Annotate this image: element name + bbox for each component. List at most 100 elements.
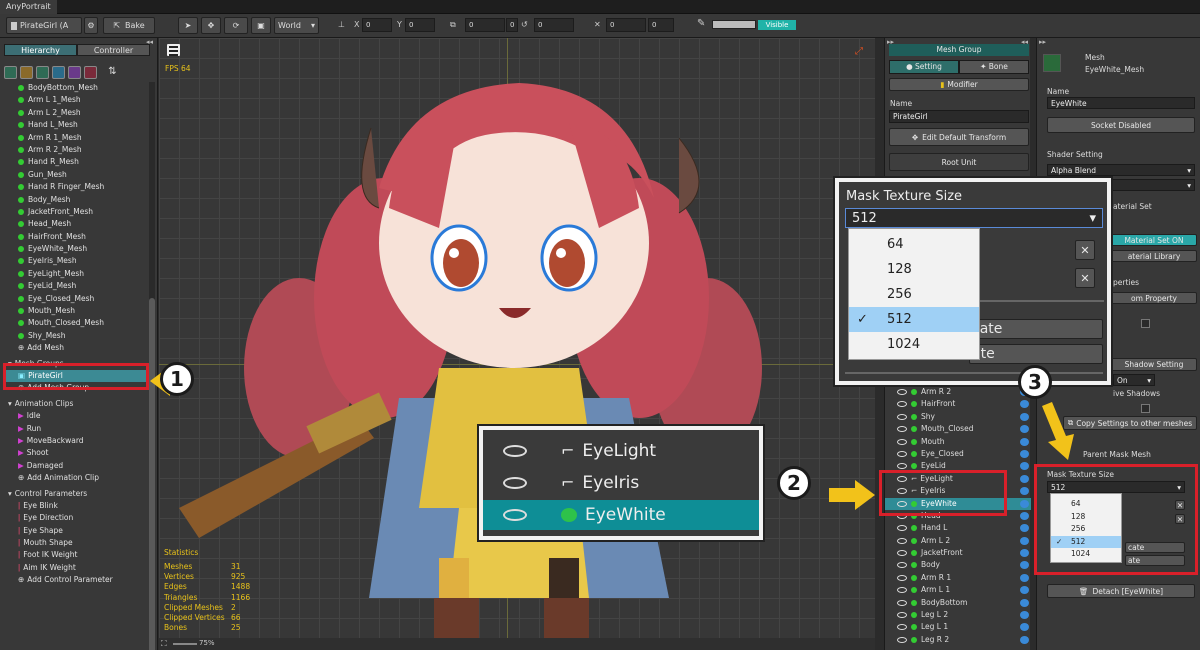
link-icon[interactable] (1020, 412, 1029, 421)
zoom-mask-option[interactable]: ✓ 512 (849, 307, 979, 332)
eye-icon[interactable] (897, 389, 907, 395)
move-tool-icon[interactable]: ✥ (201, 17, 221, 34)
color-swatch[interactable] (712, 20, 756, 29)
shadow-setting-button[interactable]: Shadow Setting (1111, 358, 1197, 371)
filter-texture-icon[interactable] (20, 66, 33, 79)
link-icon[interactable] (1020, 487, 1029, 496)
zoom-layer-row[interactable]: EyeWhite (483, 500, 759, 530)
filter-animation-icon[interactable] (68, 66, 81, 79)
mesh-item[interactable]: Mouth_Mesh (0, 305, 150, 317)
control-header[interactable]: ▾ Control Parameters (0, 488, 150, 500)
layer-row[interactable]: Body (885, 559, 1031, 571)
mesh-item[interactable]: EyeLight_Mesh (0, 268, 150, 280)
visible-toggle[interactable]: Visible (758, 20, 796, 30)
mesh-item[interactable]: EyeLid_Mesh (0, 280, 150, 292)
zoom-slider[interactable] (173, 643, 197, 645)
position-y-field[interactable]: 0 (405, 18, 435, 32)
add-control-button[interactable]: ⊕ Add Control Parameter (0, 574, 150, 586)
link-icon[interactable] (1020, 437, 1029, 446)
animation-item[interactable]: ▶ Shoot (0, 447, 150, 459)
eye-icon[interactable] (897, 525, 907, 532)
mesh-item[interactable]: Arm R 1_Mesh (0, 132, 150, 144)
tab-setting[interactable]: ● Setting (889, 60, 959, 74)
layer-row[interactable]: Eye_Closed (885, 448, 1031, 460)
sort-icon[interactable]: ⇅ (106, 66, 119, 79)
layer-row[interactable]: Leg L 2 (885, 609, 1031, 621)
link-icon[interactable] (1020, 549, 1029, 558)
zoom-layer-row[interactable]: ⌐ EyeLight (483, 436, 759, 466)
mesh-item[interactable]: Arm L 2_Mesh (0, 107, 150, 119)
eye-icon[interactable] (897, 574, 907, 581)
tab-bone[interactable]: ✦ Bone (959, 60, 1029, 74)
eye-icon[interactable] (897, 537, 907, 544)
control-item[interactable]: ǀ Eye Shape (0, 525, 150, 537)
mesh-item[interactable]: Shy_Mesh (0, 330, 150, 342)
zoom-layer-row[interactable]: ⌐ EyeIris (483, 468, 759, 498)
layer-row[interactable]: Hand L (885, 522, 1031, 534)
size-y-field[interactable]: 0 (648, 18, 674, 32)
layer-row[interactable]: BodyBottom (885, 597, 1031, 609)
zoom-remove-icon-2[interactable]: ✕ (1075, 268, 1095, 288)
name-field[interactable]: PirateGirl (889, 110, 1029, 123)
mesh-item[interactable]: Arm R 2_Mesh (0, 144, 150, 156)
link-icon[interactable] (1020, 536, 1029, 545)
checkbox-2[interactable] (1141, 404, 1150, 413)
socket-button[interactable]: Socket Disabled (1047, 117, 1195, 133)
link-icon[interactable] (1020, 611, 1029, 620)
custom-property-button[interactable]: om Property (1111, 292, 1197, 304)
zoom-mask-option[interactable]: 1024 (849, 332, 979, 357)
mesh-item[interactable]: BodyBottom_Mesh (0, 82, 150, 94)
mesh-item[interactable]: HairFront_Mesh (0, 231, 150, 243)
name-field-right[interactable]: EyeWhite (1047, 97, 1195, 109)
material-set-on-button[interactable]: Material Set ON (1111, 234, 1197, 246)
fit-icon[interactable]: ⛶ (161, 639, 167, 649)
eye-icon[interactable] (897, 562, 907, 569)
expand-right-icon[interactable]: ▸▸ (1039, 38, 1046, 46)
link-icon[interactable] (1020, 598, 1029, 607)
zoom-mask-option[interactable]: 64 (849, 232, 979, 257)
gear-icon[interactable]: ⚙ (84, 17, 98, 34)
object-selector[interactable]: PirateGirl (A (6, 17, 82, 34)
link-icon[interactable] (1020, 499, 1029, 508)
eye-icon[interactable] (503, 445, 527, 457)
scrollbar-thumb[interactable] (149, 298, 155, 650)
position-x-field[interactable]: 0 (362, 18, 392, 32)
mesh-item[interactable]: JacketFront_Mesh (0, 206, 150, 218)
link-icon[interactable] (1020, 623, 1029, 632)
checkbox[interactable] (1141, 319, 1150, 328)
layer-row[interactable]: Arm L 2 (885, 535, 1031, 547)
add-animation-button[interactable]: ⊕ Add Animation Clip (0, 472, 150, 484)
scale-y-field[interactable]: 0 (506, 18, 518, 32)
copy-settings-button[interactable]: ⧉ Copy Settings to other meshes (1063, 416, 1197, 430)
eye-icon[interactable] (897, 612, 907, 619)
link-icon[interactable] (1020, 462, 1029, 471)
mesh-item[interactable]: Arm L 1_Mesh (0, 94, 150, 106)
mesh-item[interactable]: Hand R Finger_Mesh (0, 181, 150, 193)
mesh-item[interactable]: Head_Mesh (0, 218, 150, 230)
mesh-item[interactable]: EyeIris_Mesh (0, 255, 150, 267)
link-icon[interactable] (1020, 400, 1029, 409)
control-item[interactable]: ǀ Eye Direction (0, 512, 150, 524)
tab-hierarchy[interactable]: Hierarchy (4, 44, 77, 56)
link-icon[interactable] (1020, 449, 1029, 458)
eye-icon[interactable] (897, 550, 907, 557)
animation-item[interactable]: ▶ Damaged (0, 460, 150, 472)
add-mesh-button[interactable]: ⊕ Add Mesh (0, 342, 150, 354)
zoom-remove-icon[interactable]: ✕ (1075, 240, 1095, 260)
rotate-tool-icon[interactable]: ⟳ (224, 17, 248, 34)
link-icon[interactable] (1020, 474, 1029, 483)
edit-transform-button[interactable]: ✥ Edit Default Transform (889, 128, 1029, 146)
eye-icon[interactable] (503, 509, 527, 521)
viewport[interactable]: FPS 64 ⤢ Statistics Meshes 31 Vertices 9… (159, 38, 875, 650)
root-unit-button[interactable]: Root Unit (889, 153, 1029, 171)
shader-dropdown[interactable]: Alpha Blend ▾ (1047, 164, 1195, 176)
filter-control-icon[interactable] (84, 66, 97, 79)
zoom-remove-button[interactable]: ate (969, 344, 1103, 364)
scale-tool-icon[interactable]: ▣ (251, 17, 271, 34)
layer-row[interactable]: JacketFront (885, 547, 1031, 559)
layer-row[interactable]: Leg L 1 (885, 621, 1031, 633)
mesh-item[interactable]: Gun_Mesh (0, 169, 150, 181)
layer-row[interactable]: Arm R 1 (885, 572, 1031, 584)
control-item[interactable]: ǀ Aim IK Weight (0, 562, 150, 574)
mesh-item[interactable]: Body_Mesh (0, 194, 150, 206)
